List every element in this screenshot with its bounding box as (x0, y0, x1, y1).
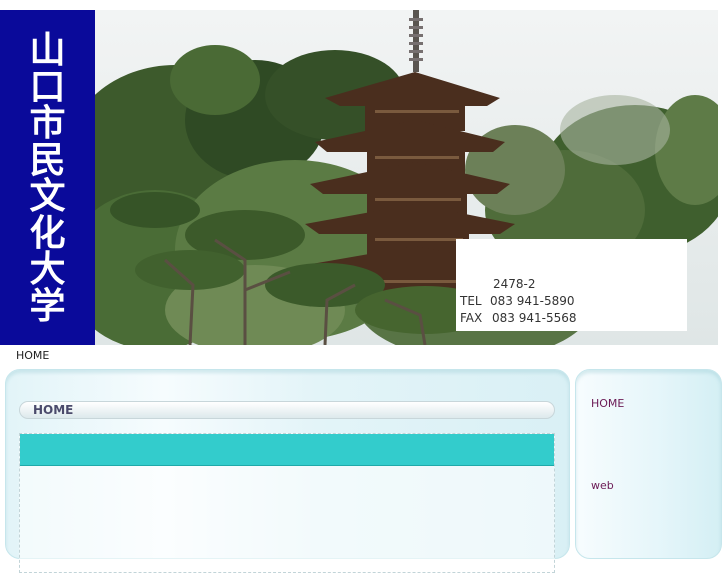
address-text: 2478-2 (493, 277, 536, 291)
breadcrumb: HOME (16, 349, 50, 362)
sidebar: HOME web (575, 369, 722, 559)
title-char: 学 (29, 284, 66, 327)
tel-number: 083 941-5890 (490, 294, 575, 308)
section-header-bar (20, 434, 554, 466)
page-heading-tab: HOME (19, 401, 555, 419)
title-char: 口 (29, 65, 66, 108)
title-char: 化 (29, 211, 66, 254)
fax-number: 083 941-5568 (492, 311, 577, 325)
title-char: 市 (29, 102, 66, 144)
header-banner: 山 口 市 民 文 化 大 学 2478-2 TEL 083 941-5890 … (0, 10, 718, 345)
tel-label: TEL (460, 294, 482, 308)
main-content-panel: HOME (5, 369, 570, 573)
page-heading: HOME (33, 403, 74, 417)
title-char: 文 (29, 175, 66, 217)
title-char: 民 (29, 138, 66, 181)
content-area (19, 433, 555, 573)
title-char: 大 (29, 248, 66, 290)
fax-label: FAX (460, 311, 483, 325)
sidebar-link-web[interactable]: web (591, 479, 614, 492)
contact-info-box: 2478-2 TEL 083 941-5890 FAX 083 941-5568 (456, 239, 687, 331)
title-char: 山 (29, 29, 66, 71)
site-title: 山 口 市 民 文 化 大 学 (0, 10, 95, 345)
sidebar-link-home[interactable]: HOME (591, 397, 624, 410)
